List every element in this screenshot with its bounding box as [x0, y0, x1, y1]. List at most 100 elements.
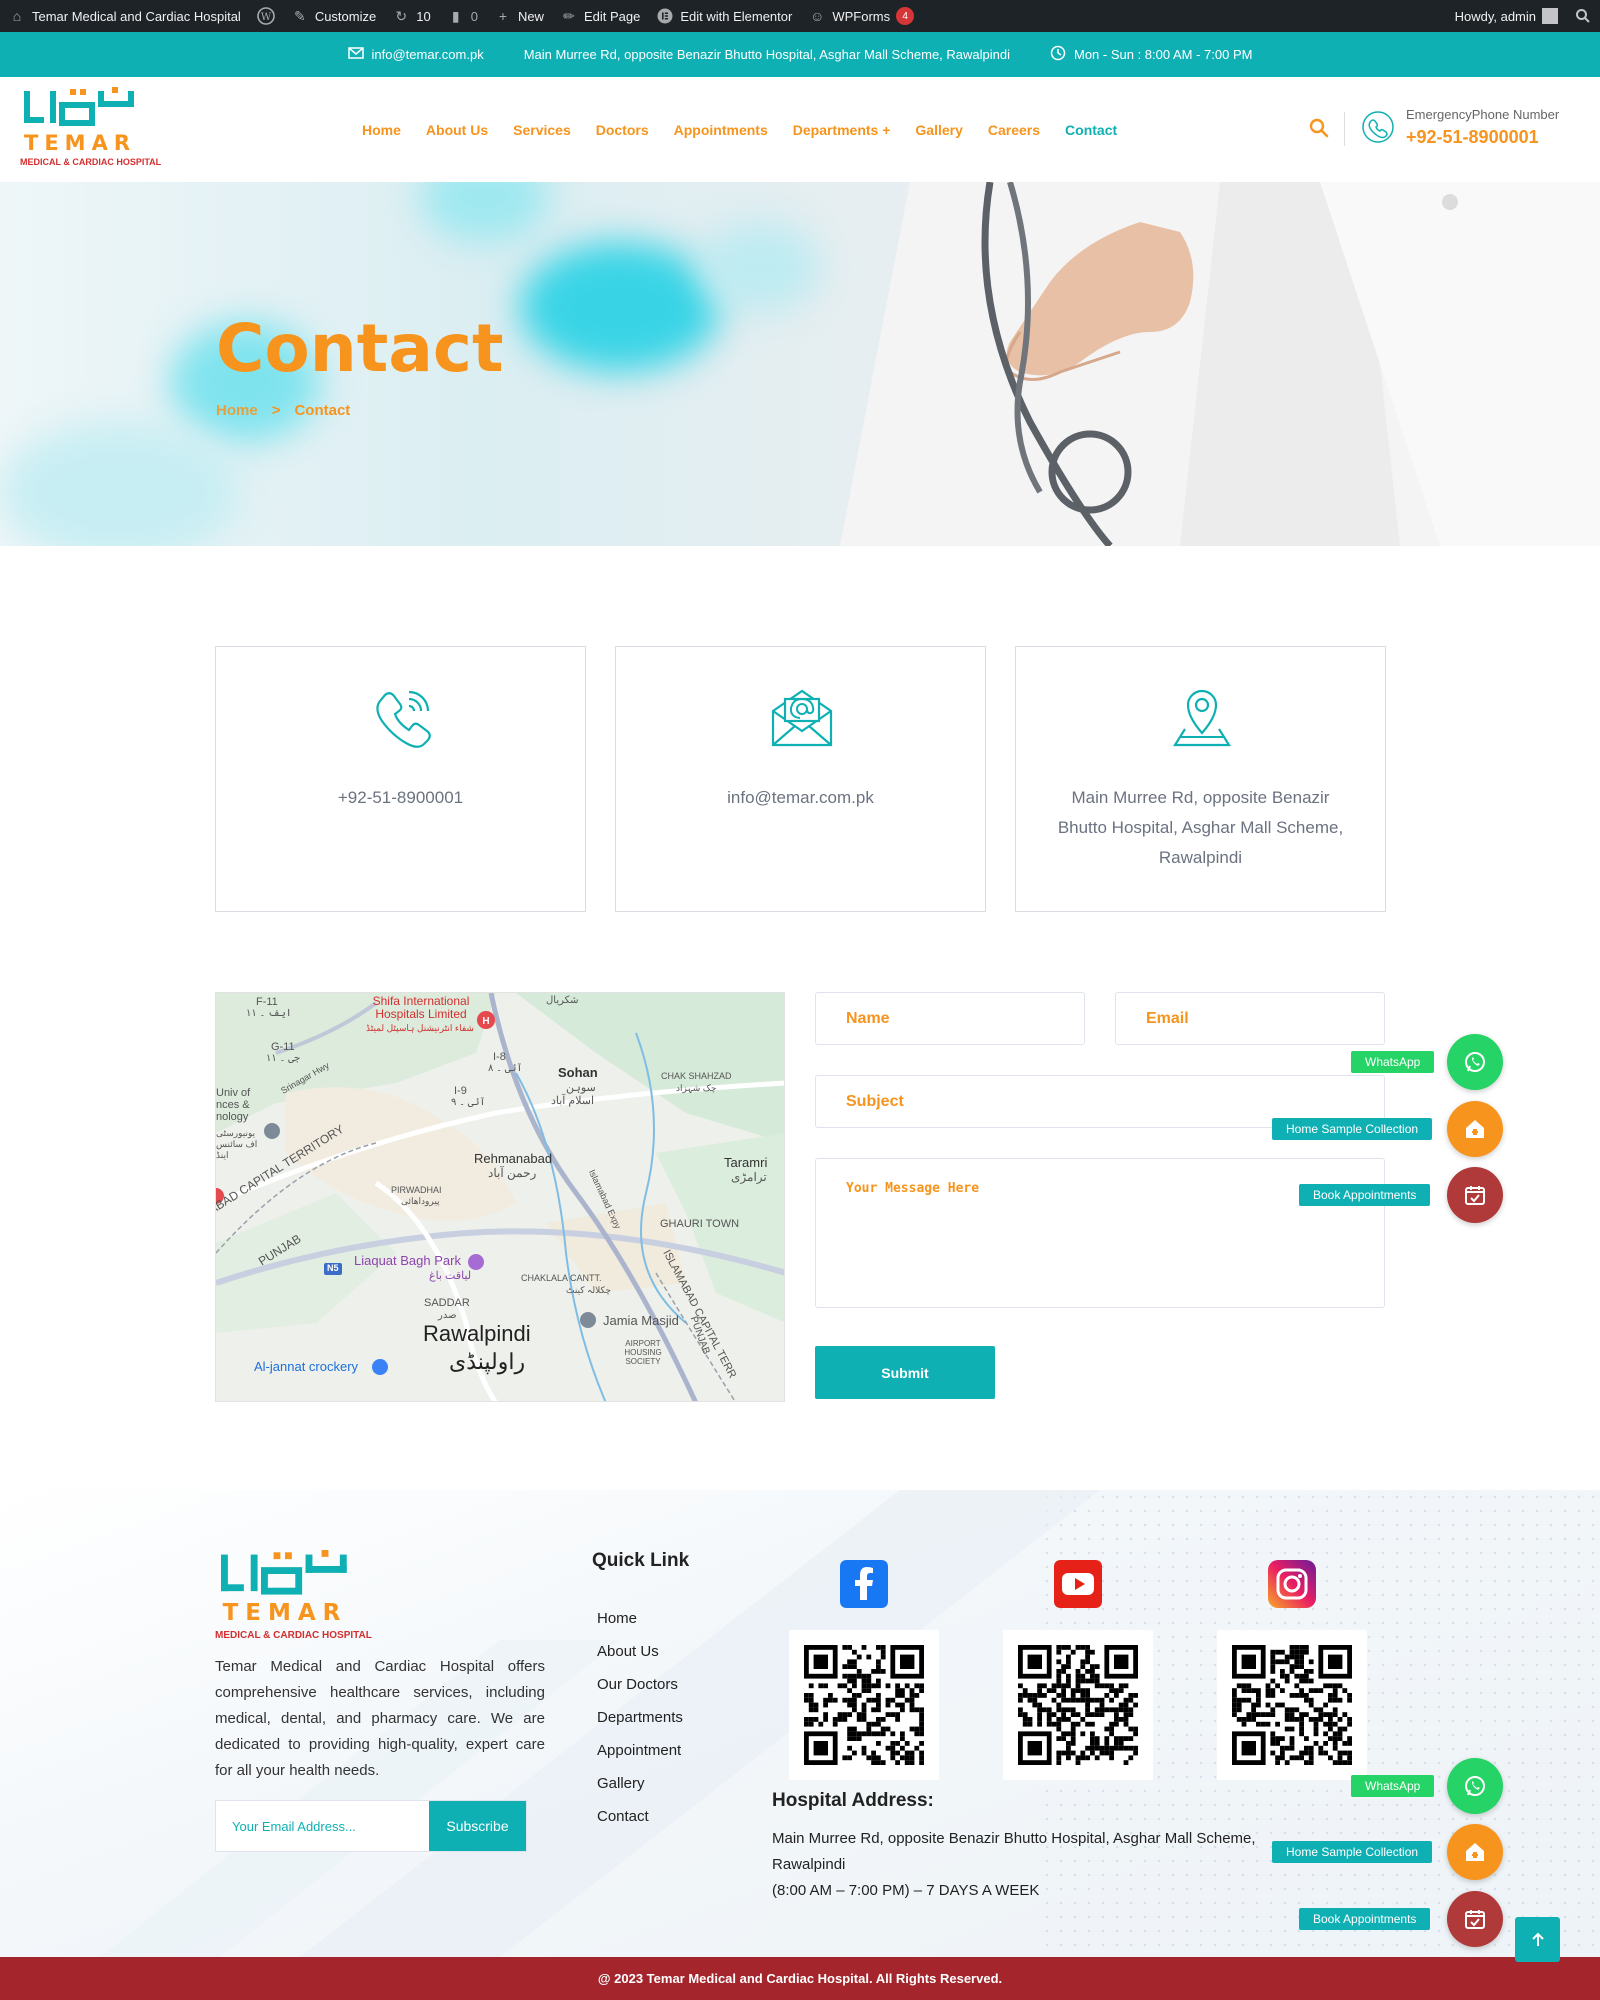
nav-careers[interactable]: Careers: [988, 122, 1040, 138]
map-label: Rawalpindi: [423, 1321, 531, 1346]
location-icon: [1173, 689, 1231, 747]
nav-home[interactable]: Home: [362, 122, 401, 138]
submit-button[interactable]: Submit: [815, 1346, 995, 1399]
emergency-phone[interactable]: +92-51-8900001: [1406, 127, 1539, 148]
quick-link-item[interactable]: Gallery: [597, 1775, 683, 1808]
site-footer: TEMAR MEDICAL & CARDIAC HOSPITAL Temar M…: [0, 1490, 1600, 1957]
customize-link[interactable]: ✎ Customize: [283, 0, 384, 32]
breadcrumb-home[interactable]: Home: [216, 402, 258, 419]
search-icon[interactable]: [1308, 117, 1330, 139]
message-field[interactable]: Your Message Here: [815, 1158, 1385, 1308]
nav-departments[interactable]: Departments +: [793, 122, 891, 138]
email-field[interactable]: Email: [1115, 992, 1385, 1045]
admin-site-link[interactable]: ⌂ Temar Medical and Cardiac Hospital: [0, 0, 249, 32]
site-logo[interactable]: TEMAR MEDICAL & CARDIAC HOSPITAL: [20, 87, 161, 172]
my-account-link[interactable]: Howdy, admin: [1447, 0, 1566, 32]
home-sample-float-label[interactable]: Home Sample Collection: [1272, 1841, 1433, 1863]
nav-contact[interactable]: Contact: [1065, 122, 1117, 138]
whatsapp-icon: [1465, 1776, 1485, 1796]
map-label: I-9: [454, 1085, 467, 1097]
contact-card-phone-text[interactable]: +92-51-8900001: [246, 783, 555, 813]
nav-about[interactable]: About Us: [426, 122, 488, 138]
footer-about-text: Temar Medical and Cardiac Hospital offer…: [215, 1658, 545, 1779]
location-map[interactable]: H F-11 ایف ۔ ۱۱ G-11 جی ۔ ۱۱ Shifa Inter…: [215, 992, 785, 1402]
newsletter-email-input[interactable]: Your Email Address...: [216, 1801, 429, 1851]
hospital-hours: (8:00 AM – 7:00 PM) – 7 DAYS A WEEK: [772, 1882, 1040, 1899]
quick-link-item[interactable]: Appointment: [597, 1742, 683, 1775]
new-content-link[interactable]: + New: [486, 0, 552, 32]
quick-link-item[interactable]: Home: [597, 1610, 683, 1643]
nav-services[interactable]: Services: [513, 122, 571, 138]
updates-link[interactable]: ↻ 10: [384, 0, 438, 32]
new-label: New: [517, 8, 544, 24]
map-label: Al-jannat crockery: [254, 1359, 359, 1374]
admin-search[interactable]: [1566, 0, 1600, 32]
qr-pattern: [1018, 1645, 1138, 1765]
whatsapp-float-button[interactable]: [1447, 1758, 1503, 1814]
map-label: لیاقت باغ: [429, 1270, 472, 1282]
map-label: چکلالہ کینٹ: [566, 1285, 611, 1295]
map-label: AIRPORT HOUSING SOCIETY: [624, 1339, 662, 1366]
avatar: [1542, 8, 1558, 24]
wpforms-link[interactable]: ☺ WPForms 4: [800, 0, 922, 32]
name-field[interactable]: Name: [815, 992, 1085, 1045]
contact-card-email: info@temar.com.pk: [615, 646, 986, 912]
qr-pattern: [1232, 1645, 1352, 1765]
home-sample-float-label[interactable]: Home Sample Collection: [1272, 1118, 1433, 1140]
quick-link-item[interactable]: Contact: [597, 1808, 683, 1841]
home-sample-float-button[interactable]: [1447, 1101, 1503, 1157]
book-float-button[interactable]: [1447, 1891, 1503, 1947]
nav-appointments[interactable]: Appointments: [674, 122, 768, 138]
quick-link-item[interactable]: Our Doctors: [597, 1676, 683, 1709]
quick-link-item[interactable]: About Us: [597, 1643, 683, 1676]
map-label: Jamia Masjid: [603, 1313, 679, 1328]
svg-text:W: W: [261, 12, 272, 23]
brush-icon: ✎: [293, 7, 306, 24]
book-float-label[interactable]: Book Appointments: [1299, 1908, 1431, 1930]
map-label: سوہن: [566, 1082, 596, 1094]
youtube-qr-code: [1003, 1630, 1153, 1780]
whatsapp-float-button[interactable]: [1447, 1034, 1503, 1090]
book-float-label[interactable]: Book Appointments: [1299, 1184, 1431, 1206]
wpforms-badge: 4: [896, 7, 915, 25]
pencil-icon: ✏: [563, 7, 575, 24]
home-sample-float-button[interactable]: [1447, 1824, 1503, 1880]
map-label: شکریال: [546, 995, 579, 1006]
whatsapp-float-label[interactable]: WhatsApp: [1351, 1051, 1435, 1073]
emergency-label: EmergencyPhone Number: [1406, 107, 1560, 122]
updates-count: 10: [416, 8, 431, 24]
scroll-to-top-button[interactable]: [1515, 1917, 1560, 1962]
nav-doctors[interactable]: Doctors: [596, 122, 649, 138]
youtube-icon[interactable]: [1054, 1560, 1102, 1608]
map-label: چک شہزاد: [676, 1083, 717, 1093]
elementor-link[interactable]: Edit with Elementor: [648, 0, 800, 32]
wordpress-icon: W: [257, 7, 275, 25]
edit-page-link[interactable]: ✏ Edit Page: [552, 0, 648, 32]
comments-link[interactable]: ▮ 0: [439, 0, 486, 32]
contact-card-email-text[interactable]: info@temar.com.pk: [646, 783, 955, 813]
contact-card-address-text: Main Murree Rd, opposite Benazir Bhutto …: [1057, 788, 1344, 867]
wordpress-menu[interactable]: W: [249, 0, 283, 32]
map-label: شفاء انٹرنیشنل ہاسپٹل لمیٹڈ: [366, 1023, 474, 1033]
book-float-button[interactable]: [1447, 1167, 1503, 1223]
footer-logo[interactable]: TEMAR MEDICAL & CARDIAC HOSPITAL: [215, 1550, 372, 1650]
subscribe-button[interactable]: Subscribe: [429, 1801, 526, 1851]
comments-count: 0: [470, 8, 478, 24]
map-label: پیروداھائی: [401, 1196, 440, 1206]
nav-gallery[interactable]: Gallery: [915, 122, 962, 138]
instagram-icon[interactable]: [1268, 1560, 1316, 1608]
wpforms-label: WPForms: [832, 8, 891, 24]
map-label: I-8: [493, 1051, 506, 1063]
topbar-email[interactable]: info@temar.com.pk: [347, 47, 484, 62]
map-label: N5: [327, 1263, 339, 1273]
site-header: TEMAR MEDICAL & CARDIAC HOSPITAL Home Ab…: [0, 77, 1600, 182]
facebook-icon[interactable]: [840, 1560, 888, 1608]
quick-link-item[interactable]: Departments: [597, 1709, 683, 1742]
footer-logo-subtitle: MEDICAL & CARDIAC HOSPITAL: [215, 1630, 372, 1641]
topbar-address-text: Main Murree Rd, opposite Benazir Bhutto …: [523, 47, 1010, 62]
page-hero: Contact Home > Contact: [0, 182, 1600, 546]
facebook-qr-code: [789, 1630, 939, 1780]
email-icon: [771, 689, 833, 747]
map-label: Shifa International Hospitals Limited: [372, 994, 470, 1021]
whatsapp-float-label[interactable]: WhatsApp: [1351, 1775, 1435, 1797]
